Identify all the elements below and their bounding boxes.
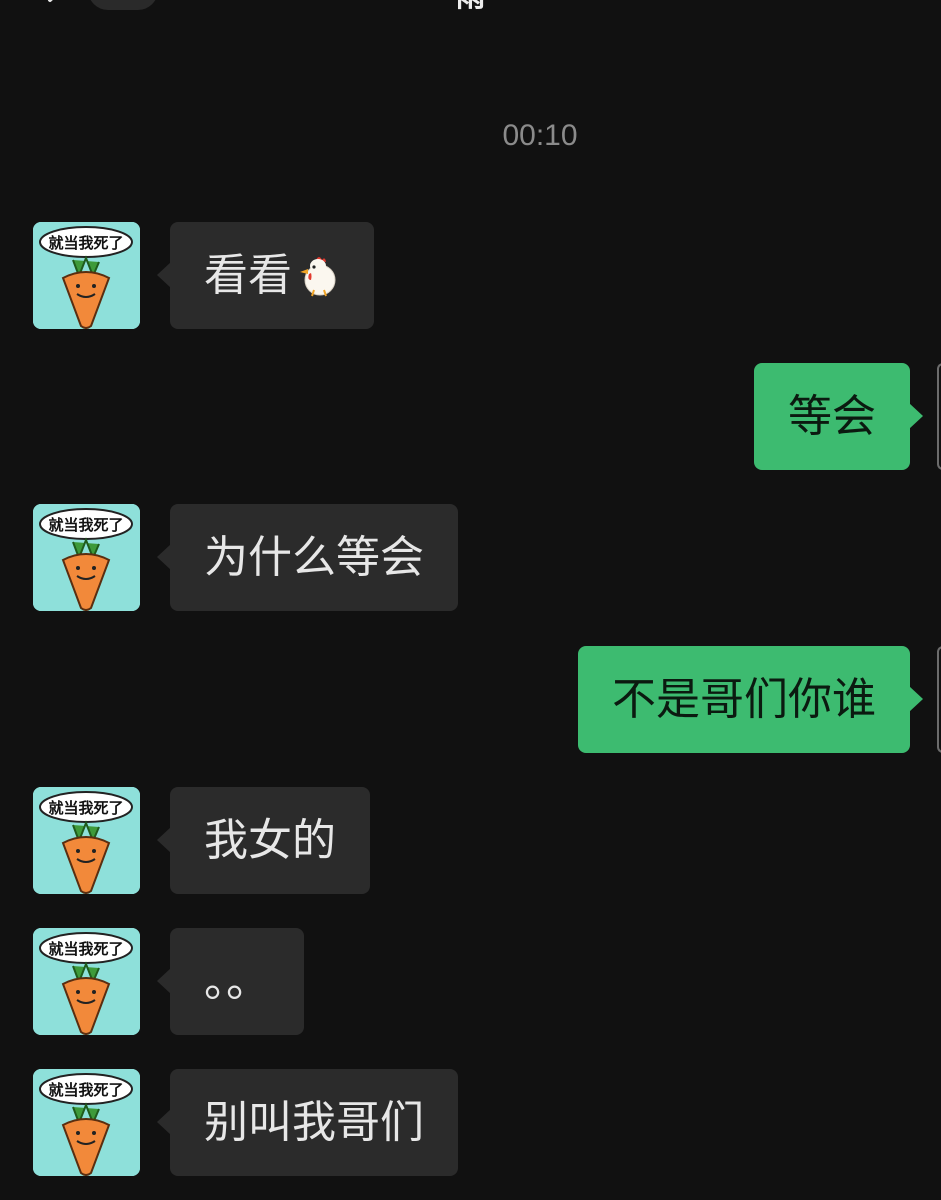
message-text: 我女的 bbox=[204, 815, 336, 866]
chat-title: 雨 bbox=[0, 0, 941, 12]
outgoing-message-bubble[interactable]: 等会 bbox=[754, 363, 923, 470]
contact-avatar[interactable]: 就当我死了 bbox=[33, 504, 140, 611]
chicken-emoji-icon bbox=[300, 257, 336, 297]
contact-avatar[interactable]: 就当我死了 bbox=[33, 787, 140, 894]
message-text: 看看 bbox=[204, 250, 292, 301]
incoming-message-bubble[interactable]: 。。 bbox=[157, 928, 304, 1035]
avatar-caption: 就当我死了 bbox=[48, 516, 123, 534]
avatar-caption: 就当我死了 bbox=[48, 799, 123, 817]
message-text: 等会 bbox=[788, 391, 876, 442]
chat-header: 雨 bbox=[0, 0, 941, 20]
incoming-message-bubble[interactable]: 为什么等会 bbox=[157, 504, 458, 611]
incoming-message-bubble[interactable]: 别叫我哥们 bbox=[157, 1069, 458, 1176]
my-avatar-edge bbox=[937, 363, 941, 470]
avatar-caption: 就当我死了 bbox=[48, 940, 123, 958]
my-avatar-edge bbox=[937, 646, 941, 753]
message-text: 别叫我哥们 bbox=[204, 1097, 424, 1148]
message-timestamp: 00:10 bbox=[502, 119, 578, 152]
contact-avatar[interactable]: 就当我死了 bbox=[33, 1069, 140, 1176]
avatar-caption: 就当我死了 bbox=[48, 234, 123, 252]
message-text: 为什么等会 bbox=[204, 532, 424, 583]
outgoing-message-bubble[interactable]: 不是哥们你谁 bbox=[578, 646, 923, 753]
message-text: 。。 bbox=[204, 956, 270, 1007]
avatar-caption: 就当我死了 bbox=[48, 1081, 123, 1099]
incoming-message-bubble[interactable]: 看看 bbox=[157, 222, 374, 329]
contact-avatar[interactable]: 就当我死了 bbox=[33, 222, 140, 329]
message-text: 不是哥们你谁 bbox=[612, 674, 876, 725]
contact-avatar[interactable]: 就当我死了 bbox=[33, 928, 140, 1035]
incoming-message-bubble[interactable]: 我女的 bbox=[157, 787, 370, 894]
